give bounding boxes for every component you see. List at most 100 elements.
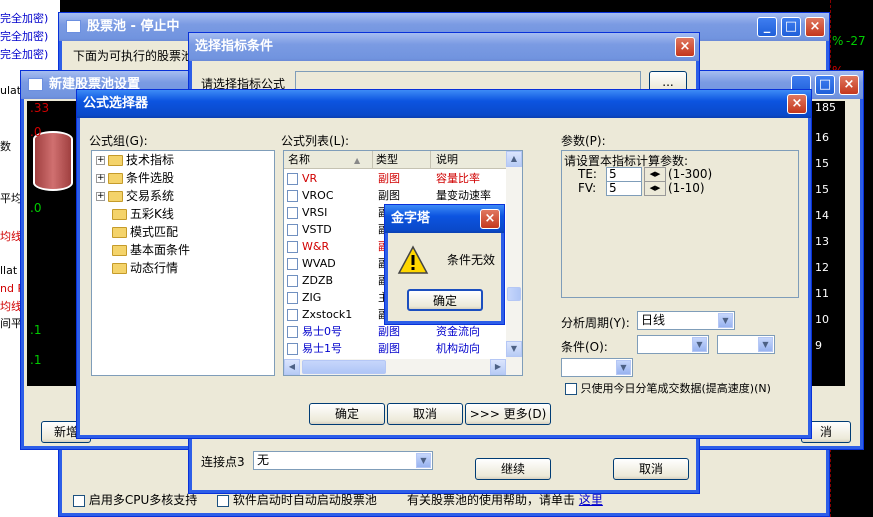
row-type: 副图 [378,325,400,338]
bg-line: 完全加密) [0,48,49,61]
ok-button[interactable]: 确定 [309,403,385,425]
param-range: (1-10) [668,181,705,195]
param-te-input[interactable]: 5 [606,167,642,182]
help-link[interactable]: 这里 [579,493,603,507]
row-name: WVAD [302,257,336,270]
alert-dialog: 金字塔 × 条件无效 确定 [384,204,505,325]
table-row[interactable]: 易士0号 副图 资金流向 [284,323,520,340]
chevron-down-icon[interactable]: ▼ [416,453,431,468]
continue-button[interactable]: 继续 [475,458,551,480]
formula-icon [287,173,298,185]
multi-cpu-checkbox[interactable] [73,494,85,507]
formula-icon [287,275,298,287]
spin-arrows-icon[interactable]: ◀▶ [644,181,666,196]
group-item-pattern[interactable]: 模式匹配 [112,223,178,241]
list-header: 名称 ▲ 类型 说明 [284,151,506,169]
today-data-option[interactable]: 只使用今日分笔成交数据(提高速度)(N) [565,380,771,396]
maximize-button[interactable]: □ [815,75,835,95]
formula-icon [287,326,298,338]
formula-icon [287,241,298,253]
group-label: 技术指标 [126,153,175,167]
chevron-down-icon[interactable]: ▼ [616,360,631,375]
period-select[interactable]: 日线 ▼ [637,311,735,330]
close-button[interactable]: × [805,17,825,37]
row-name: ZIG [302,291,322,304]
indicator-formula-input[interactable] [295,71,641,91]
alert-title: 金字塔 [391,211,431,226]
select-indicator-titlebar[interactable]: 选择指标条件 [189,33,699,61]
connect-label: 连接点3 [201,455,245,469]
table-row[interactable]: VR 副图 容量比率 [284,170,520,187]
today-data-checkbox[interactable] [565,383,577,395]
list-vertical-scrollbar[interactable]: ▲ ▼ [506,151,522,359]
row-name: ZDZB [302,274,334,287]
row-type: 副图 [378,189,400,202]
group-label: 动态行情 [130,261,179,275]
cancel-button[interactable]: 取消 [387,403,463,425]
chart-area-left: .33 .0 .0 .1 .1 [27,101,77,386]
right-scrollbar[interactable] [845,101,859,386]
expand-icon[interactable]: + [96,156,105,165]
bg-value: .1 [30,323,42,337]
table-row[interactable]: VROC 副图 量变动速率 [284,187,520,204]
close-button[interactable]: × [787,94,807,114]
bg-number: 10 [815,313,829,326]
group-item-trade[interactable]: + 交易系统 [96,187,174,205]
cancel-button[interactable]: 取消 [613,458,689,480]
expand-icon[interactable]: + [96,174,105,183]
scroll-right-icon[interactable]: ▶ [490,359,506,375]
expand-icon[interactable]: + [96,192,105,201]
group-item-fundamental[interactable]: 基本面条件 [112,241,190,259]
close-button[interactable]: × [480,209,500,229]
formula-selector-titlebar[interactable]: 公式选择器 [77,90,811,118]
connect-value: 无 [257,453,270,467]
formula-group-label: 公式组(G): [89,134,148,148]
group-item-kline[interactable]: 五彩K线 [112,205,174,223]
condition-select-3[interactable]: ▼ [561,358,633,377]
multi-cpu-option[interactable]: 启用多CPU多核支持 [73,491,197,508]
row-type: 副图 [378,172,400,185]
bg-line: llat [0,264,18,277]
param-fv-input[interactable]: 5 [606,181,642,196]
group-item-tech[interactable]: + 技术指标 [96,151,174,169]
bg-number: 15 [815,183,829,196]
row-name: Zxstock1 [302,308,353,321]
list-horizontal-scrollbar[interactable]: ◀ ▶ [284,359,522,375]
condition-select-2[interactable]: ▼ [717,335,775,354]
column-header-name[interactable]: 名称 [288,151,310,168]
scroll-down-icon[interactable]: ▼ [506,341,522,357]
group-label: 条件选股 [126,171,175,185]
chevron-down-icon[interactable]: ▼ [718,313,733,328]
bg-line: 完全加密) [0,30,49,43]
bg-value: -27 [846,34,866,48]
chevron-down-icon[interactable]: ▼ [758,337,773,352]
scroll-left-icon[interactable]: ◀ [284,359,300,375]
scroll-thumb[interactable] [507,287,521,301]
group-item-condition[interactable]: + 条件选股 [96,169,174,187]
scroll-up-icon[interactable]: ▲ [506,151,522,167]
group-item-realtime[interactable]: 动态行情 [112,259,178,277]
chevron-down-icon[interactable]: ▼ [692,337,707,352]
condition-select-1[interactable]: ▼ [637,335,709,354]
table-row[interactable]: 易士1号 副图 机构动向 [284,340,520,357]
db-cylinder-icon [33,131,73,191]
bg-number: 15 [815,157,829,170]
formula-group-tree[interactable]: + 技术指标 + 条件选股 + 交易系统 五彩K线 模式匹配 基本面条件 动态行情 [91,150,275,376]
row-name: W&R [302,240,330,253]
spin-arrows-icon[interactable]: ◀▶ [644,167,666,182]
close-button[interactable]: × [839,75,859,95]
connect-select[interactable]: 无 ▼ [253,451,433,470]
row-name: VR [302,172,318,185]
auto-start-checkbox[interactable] [217,494,229,507]
bg-number: 13 [815,235,829,248]
alert-ok-button[interactable]: 确定 [407,289,483,311]
more-button[interactable]: >>> 更多(D) [465,403,551,425]
formula-selector-title: 公式选择器 [83,96,149,111]
minimize-button[interactable]: _ [757,17,777,37]
scroll-thumb[interactable] [302,360,386,374]
close-button[interactable]: × [675,37,695,57]
column-header-type[interactable]: 类型 [376,151,398,168]
bg-line: 均线 [0,230,22,243]
maximize-button[interactable]: □ [781,17,801,37]
column-header-desc[interactable]: 说明 [436,151,458,168]
